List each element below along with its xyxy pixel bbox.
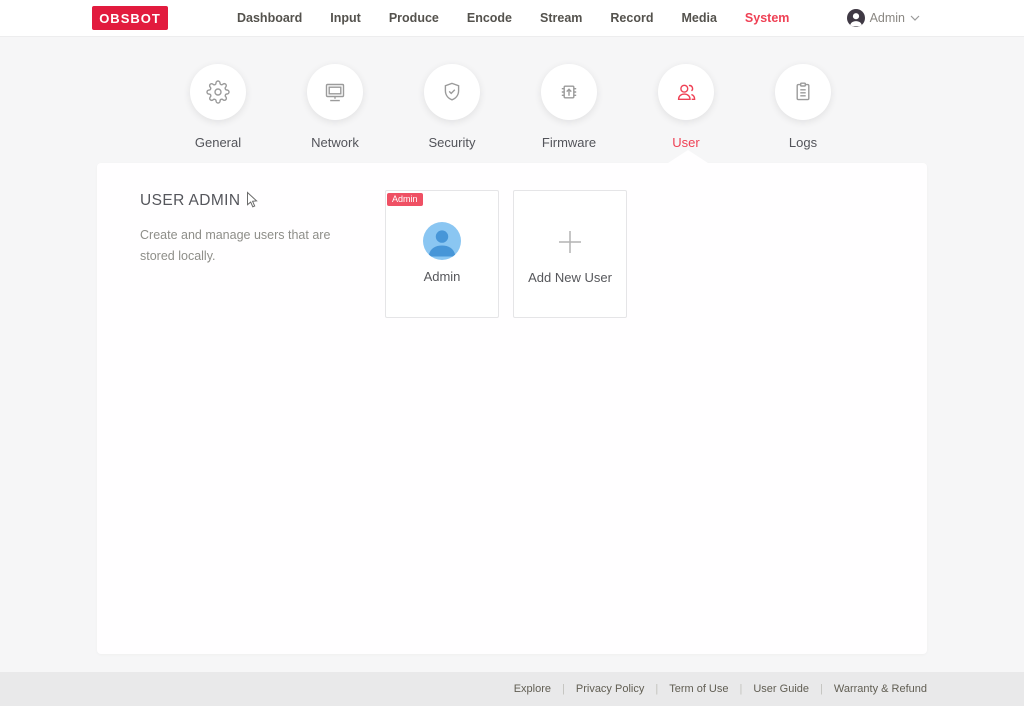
user-admin-panel: USER ADMIN Create and manage users that … (97, 163, 927, 654)
tab-network[interactable]: Network (290, 64, 380, 150)
account-name: Admin (870, 11, 905, 25)
user-avatar-icon (423, 222, 461, 260)
footer-link-privacy-policy[interactable]: Privacy Policy (576, 683, 644, 695)
active-tab-notch (668, 150, 708, 163)
obsbot-logo[interactable]: OBSBOT (92, 6, 168, 30)
tab-general[interactable]: General (173, 64, 263, 150)
nav-item-media[interactable]: Media (681, 11, 716, 25)
tab-label: User (672, 135, 699, 150)
user-name: Admin (424, 269, 461, 284)
plus-icon (556, 228, 584, 256)
tab-label: Security (429, 135, 476, 150)
page-title-text: USER ADMIN (140, 192, 240, 210)
main-nav: Dashboard Input Produce Encode Stream Re… (237, 0, 789, 36)
nav-item-system[interactable]: System (745, 11, 789, 25)
tab-security[interactable]: Security (407, 64, 497, 150)
clipboard-icon (775, 64, 831, 120)
add-new-user-label: Add New User (528, 270, 612, 285)
nav-item-produce[interactable]: Produce (389, 11, 439, 25)
top-nav-bar: OBSBOT Dashboard Input Produce Encode St… (0, 0, 1024, 37)
tab-label: General (195, 135, 241, 150)
tab-label: Firmware (542, 135, 596, 150)
users-icon (658, 64, 714, 120)
footer-link-user-guide[interactable]: User Guide (753, 683, 809, 695)
add-new-user-button[interactable]: Add New User (513, 190, 627, 318)
shield-check-icon (424, 64, 480, 120)
tab-user[interactable]: User (641, 64, 731, 150)
footer-separator: | (740, 683, 743, 695)
nav-item-record[interactable]: Record (610, 11, 653, 25)
tab-firmware[interactable]: Firmware (524, 64, 614, 150)
footer-separator: | (562, 683, 565, 695)
system-tabs: General Network Security (173, 64, 848, 150)
account-avatar-icon (847, 9, 865, 27)
tab-logs[interactable]: Logs (758, 64, 848, 150)
footer-link-explore[interactable]: Explore (514, 683, 551, 695)
mouse-cursor-icon (246, 191, 259, 210)
monitor-icon (307, 64, 363, 120)
nav-item-input[interactable]: Input (330, 11, 361, 25)
user-card-list: Admin Admin (385, 190, 627, 318)
footer-separator: | (655, 683, 658, 695)
footer-link-term-of-use[interactable]: Term of Use (669, 683, 728, 695)
account-menu[interactable]: Admin (847, 0, 920, 36)
nav-item-encode[interactable]: Encode (467, 11, 512, 25)
obsbot-system-user-page: OBSBOT Dashboard Input Produce Encode St… (0, 0, 1024, 706)
tab-label: Logs (789, 135, 817, 150)
footer-separator: | (820, 683, 823, 695)
gear-icon (190, 64, 246, 120)
user-card-admin[interactable]: Admin Admin (385, 190, 499, 318)
nav-item-stream[interactable]: Stream (540, 11, 582, 25)
nav-item-dashboard[interactable]: Dashboard (237, 11, 302, 25)
page-title: USER ADMIN (140, 191, 259, 210)
footer-link-warranty-refund[interactable]: Warranty & Refund (834, 683, 927, 695)
chevron-down-icon (910, 15, 920, 21)
footer-bar: Explore | Privacy Policy | Term of Use |… (0, 672, 1024, 706)
chip-upgrade-icon (541, 64, 597, 120)
section-description: Create and manage users that are stored … (140, 225, 345, 268)
role-badge: Admin (387, 193, 423, 206)
tab-label: Network (311, 135, 359, 150)
